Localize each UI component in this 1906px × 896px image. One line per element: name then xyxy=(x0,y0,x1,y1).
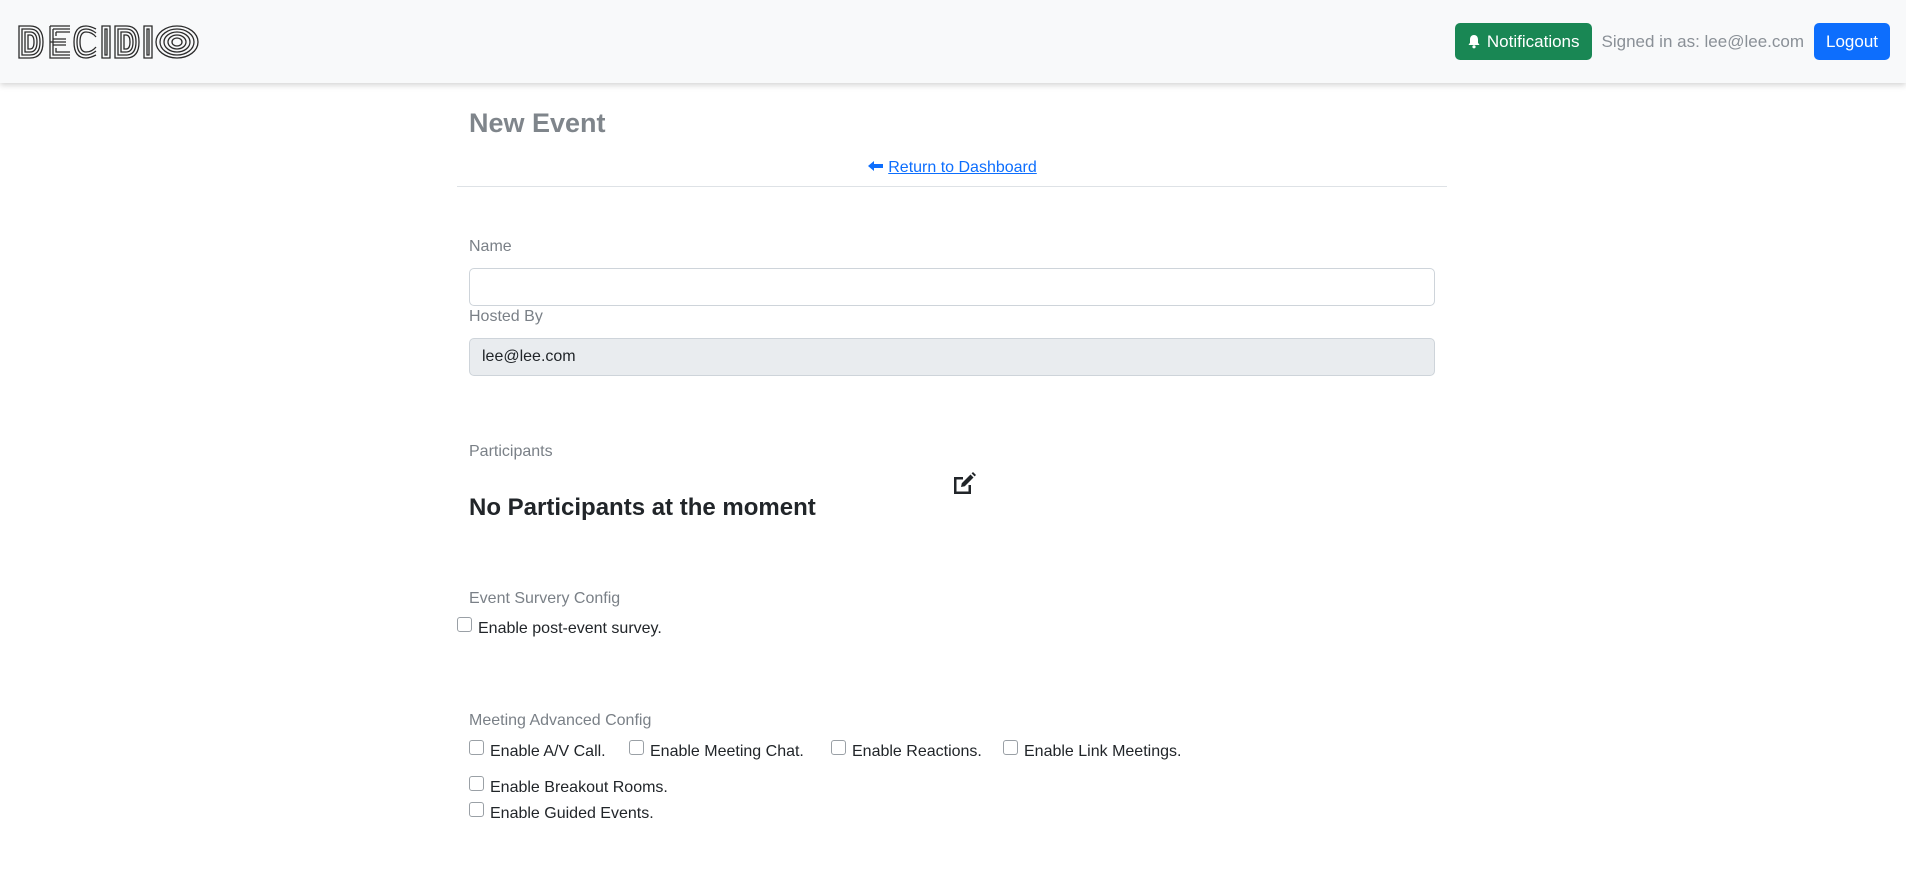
guided-events-checkbox[interactable]: Enable Guided Events. xyxy=(469,802,654,823)
checkbox-box[interactable] xyxy=(457,617,472,632)
navbar-actions: Notifications Signed in as: lee@lee.com … xyxy=(1454,23,1890,60)
top-navbar: Notifications Signed in as: lee@lee.com … xyxy=(0,0,1906,83)
advanced-config-label: Meeting Advanced Config xyxy=(469,712,652,729)
checkbox-label: Enable post-event survey. xyxy=(478,620,662,637)
checkbox-box[interactable] xyxy=(469,802,484,817)
participants-empty-message: No Participants at the moment xyxy=(469,494,816,521)
logo-icon xyxy=(18,24,199,59)
arrow-left-icon xyxy=(868,161,884,171)
post-event-survey-checkbox[interactable]: Enable post-event survey. xyxy=(457,617,662,638)
signed-in-text: Signed in as: lee@lee.com xyxy=(1601,31,1804,51)
participants-label: Participants xyxy=(469,443,553,460)
checkbox-label: Enable Meeting Chat. xyxy=(650,743,804,760)
checkbox-box[interactable] xyxy=(1003,740,1018,755)
name-input[interactable] xyxy=(469,268,1435,306)
checkbox-label: Enable A/V Call. xyxy=(490,743,606,760)
checkbox-box[interactable] xyxy=(469,740,484,755)
logout-button[interactable]: Logout xyxy=(1814,23,1890,60)
meeting-chat-checkbox[interactable]: Enable Meeting Chat. xyxy=(629,740,804,761)
checkbox-label: Enable Breakout Rooms. xyxy=(490,779,668,796)
checkbox-label: Enable Link Meetings. xyxy=(1024,743,1182,760)
checkbox-label: Enable Guided Events. xyxy=(490,805,654,822)
link-meetings-checkbox[interactable]: Enable Link Meetings. xyxy=(1003,740,1182,761)
notifications-label: Notifications xyxy=(1486,31,1580,51)
name-label: Name xyxy=(469,238,512,255)
page-title: New Event xyxy=(469,108,606,138)
notifications-button[interactable]: Notifications xyxy=(1454,23,1592,60)
checkbox-box[interactable] xyxy=(831,740,846,755)
checkbox-box[interactable] xyxy=(629,740,644,755)
edit-icon[interactable] xyxy=(951,471,977,497)
checkbox-label: Enable Reactions. xyxy=(852,743,982,760)
survey-config-label: Event Survery Config xyxy=(469,590,621,607)
av-call-checkbox[interactable]: Enable A/V Call. xyxy=(469,740,606,761)
hosted-by-label: Hosted By xyxy=(469,308,543,325)
header-divider xyxy=(457,186,1447,187)
return-link-label: Return to Dashboard xyxy=(888,159,1037,176)
decidio-logo[interactable] xyxy=(16,22,202,62)
breakout-rooms-checkbox[interactable]: Enable Breakout Rooms. xyxy=(469,776,668,797)
bell-icon xyxy=(1468,35,1480,49)
checkbox-box[interactable] xyxy=(469,776,484,791)
reactions-checkbox[interactable]: Enable Reactions. xyxy=(831,740,982,761)
hosted-by-input: lee@lee.com xyxy=(469,338,1435,376)
return-to-dashboard-link[interactable]: Return to Dashboard xyxy=(457,159,1447,177)
